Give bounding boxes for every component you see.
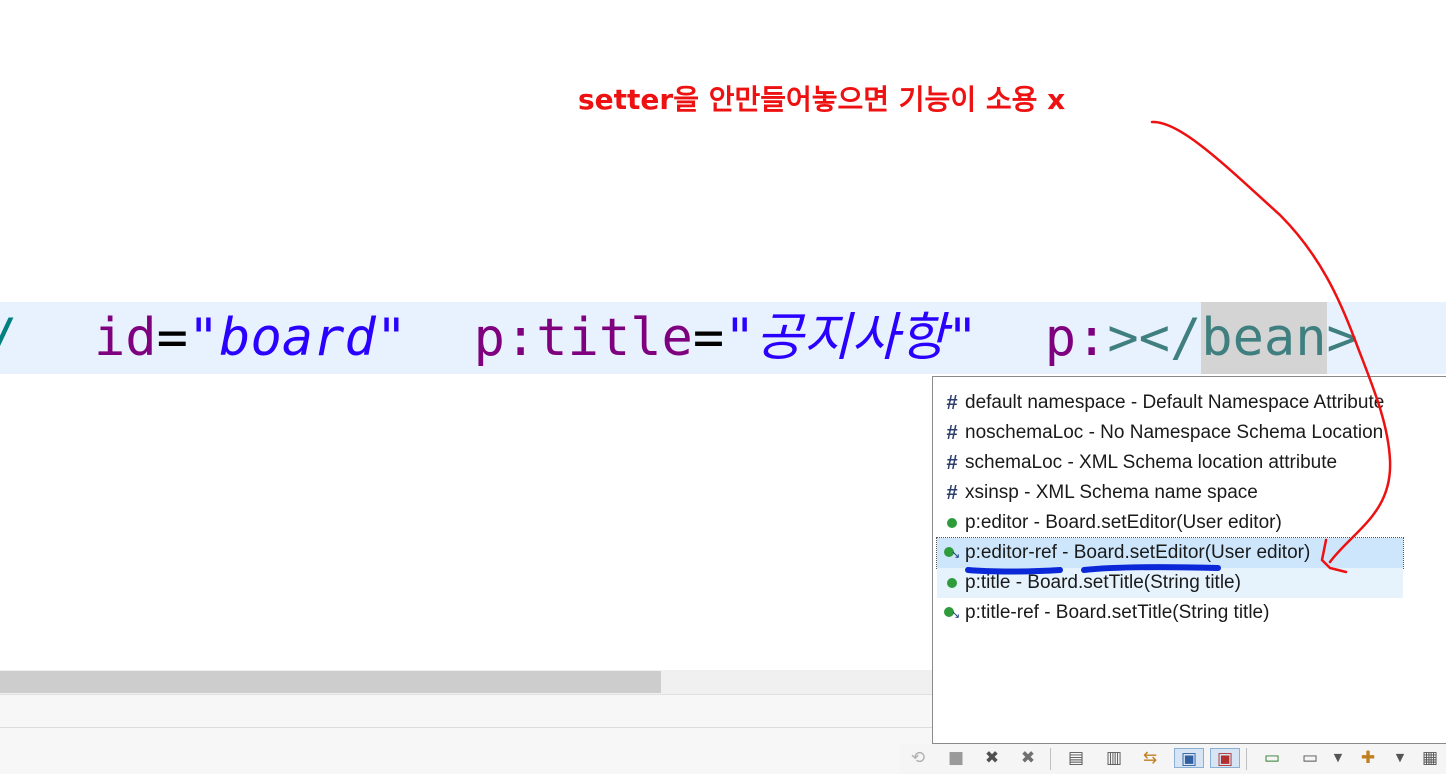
assist-item-label: schemaLoc - XML Schema location attribut… <box>965 452 1338 474</box>
code-eq-1: = <box>156 308 188 368</box>
display-console-icon[interactable]: ▭ <box>1300 748 1320 768</box>
content-assist-popup[interactable]: # default namespace - Default Namespace A… <box>932 376 1446 744</box>
code-attr-title: p:title <box>473 308 693 368</box>
assist-item-default-namespace[interactable]: # default namespace - Default Namespace A… <box>941 388 1384 418</box>
property-ref-icon: ↘ <box>941 538 963 568</box>
scroll-lock-icon[interactable]: ▥ <box>1104 748 1124 768</box>
code-eq-2: = <box>692 308 725 368</box>
assist-item-p-editor[interactable]: p:editor - Board.setEditor(User editor) <box>941 508 1282 538</box>
dropdown-icon[interactable]: ▼ <box>1390 748 1410 768</box>
property-icon <box>941 568 963 598</box>
assist-item-label: default namespace - Default Namespace At… <box>965 392 1385 414</box>
assist-item-noschemaloc[interactable]: # noschemaLoc - No Namespace Schema Locat… <box>941 418 1383 448</box>
toolbar-separator <box>1246 748 1247 770</box>
stop-icon[interactable]: ■ <box>946 748 966 768</box>
console-icon[interactable]: ▤ <box>1066 748 1086 768</box>
code-slash: / <box>0 302 17 374</box>
annotation-note: setter을 안만들어놓으면 기능이 소용 x <box>578 83 1066 116</box>
assist-item-xsinsp[interactable]: # xsinsp - XML Schema name space <box>941 478 1258 508</box>
code-tag-end: > <box>1326 308 1358 368</box>
property-icon <box>941 508 963 538</box>
pin-console-icon[interactable]: ▣ <box>1174 748 1204 769</box>
code-value-title: "공지사항" <box>724 308 979 368</box>
assist-item-label: p:editor-ref - Board.setEditor(User edit… <box>965 542 1311 564</box>
code-attr-id: id <box>93 308 157 368</box>
assist-item-label: p:editor - Board.setEditor(User editor) <box>965 512 1282 534</box>
word-wrap-icon[interactable]: ⇆ <box>1140 748 1160 768</box>
code-tag-name: bean <box>1201 302 1327 374</box>
eclipse-editor-window: setter을 안만들어놓으면 기능이 소용 x / id="board" p:… <box>0 0 1446 774</box>
assist-item-schemaloc[interactable]: # schemaLoc - XML Schema location attribu… <box>941 448 1337 478</box>
assist-item-label: noschemaLoc - No Namespace Schema Locati… <box>965 422 1384 444</box>
remove-all-icon[interactable]: ✖ <box>1018 748 1038 768</box>
assist-item-label: xsinsp - XML Schema name space <box>965 482 1258 504</box>
bottom-panel-divider <box>0 727 932 728</box>
assist-item-p-editor-ref[interactable]: ↘ p:editor-ref - Board.setEditor(User edi… <box>936 537 1404 569</box>
property-ref-icon: ↘ <box>941 598 963 628</box>
bottom-panel <box>0 694 932 774</box>
new-console-icon[interactable]: ✚ <box>1358 748 1378 768</box>
code-value-id: "board" <box>187 308 408 368</box>
assist-item-label: p:title-ref - Board.setTitle(String titl… <box>965 602 1270 624</box>
clipboard-icon[interactable]: ▦ <box>1420 748 1440 768</box>
sync-icon[interactable]: ⟲ <box>908 748 928 768</box>
code-tag-close-open: ></ <box>1107 308 1202 368</box>
assist-item-label: p:title - Board.setTitle(String title) <box>965 572 1241 594</box>
assist-item-p-title-ref[interactable]: ↘ p:title-ref - Board.setTitle(String tit… <box>941 598 1269 628</box>
code-attr-p: p: <box>1044 308 1108 368</box>
open-console-icon[interactable]: ▭ <box>1262 748 1282 768</box>
code-line[interactable]: / id="board" p:title="공지사항" p:></bean> <box>0 302 1358 374</box>
remove-icon[interactable]: ✖ <box>982 748 1002 768</box>
hash-icon: # <box>946 422 958 444</box>
toolbar-separator <box>1050 748 1051 770</box>
hash-icon: # <box>946 482 958 504</box>
hash-icon: # <box>946 452 958 474</box>
show-console-icon[interactable]: ▣ <box>1210 748 1240 769</box>
horizontal-scrollbar-thumb[interactable] <box>0 671 661 693</box>
dropdown-icon[interactable]: ▼ <box>1328 748 1348 768</box>
hash-icon: # <box>946 392 958 414</box>
assist-item-p-title[interactable]: p:title - Board.setTitle(String title) <box>937 568 1403 598</box>
